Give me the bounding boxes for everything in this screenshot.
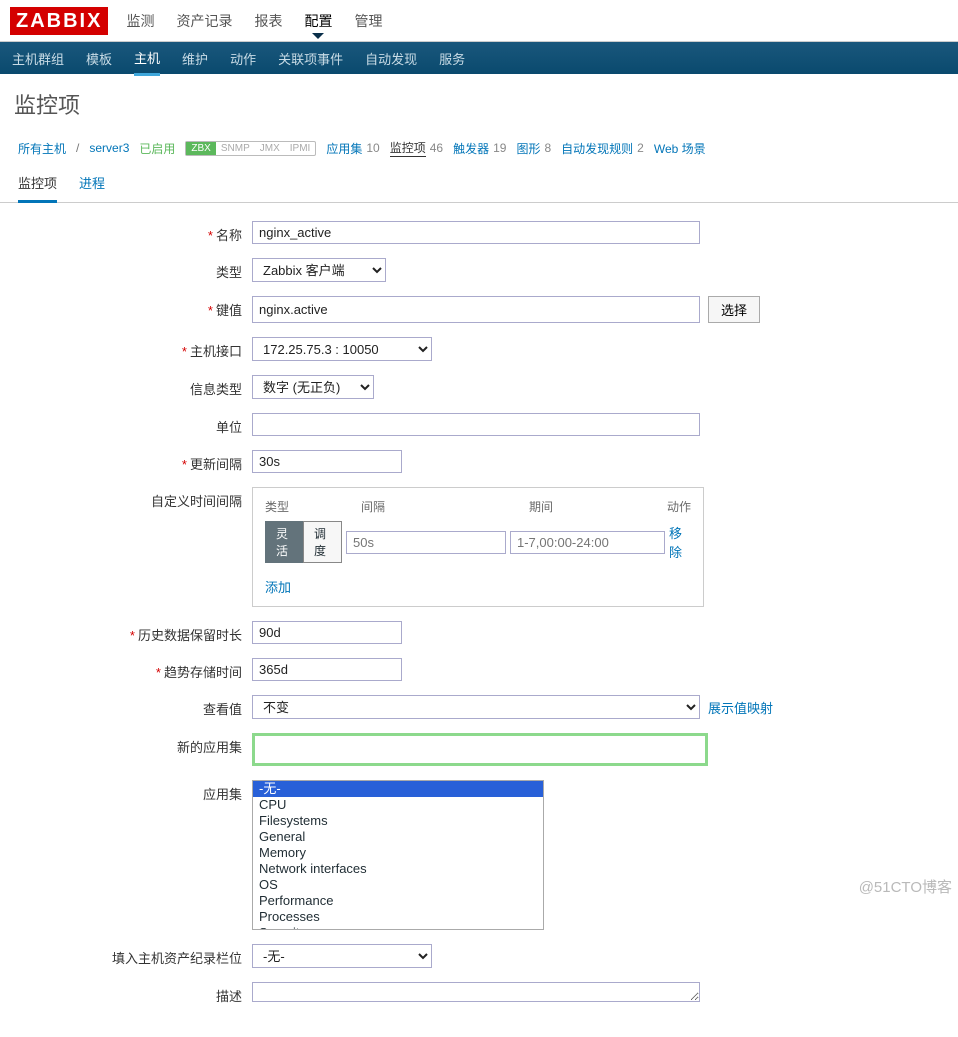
- subnav-templates[interactable]: 模板: [86, 49, 112, 68]
- badge-jmx: JMX: [255, 142, 285, 155]
- crumb-all-hosts[interactable]: 所有主机: [18, 140, 66, 157]
- key-select-button[interactable]: 选择: [708, 296, 760, 323]
- unit-input[interactable]: [252, 413, 700, 436]
- app-opt-processes[interactable]: Processes: [253, 909, 543, 925]
- page-title: 监控项: [0, 74, 958, 134]
- sub-nav: 主机群组 模板 主机 维护 动作 关联项事件 自动发现 服务: [0, 42, 958, 74]
- nav-reports[interactable]: 报表: [254, 11, 282, 31]
- crumb-sep: /: [76, 141, 79, 155]
- seg-schedule[interactable]: 调度: [303, 521, 342, 563]
- custom-interval-box: 类型间隔期间动作 灵活 调度 移除 添加: [252, 487, 704, 607]
- trend-label: *趋势存储时间: [22, 658, 252, 681]
- link-items[interactable]: 监控项: [390, 139, 426, 157]
- type-select[interactable]: Zabbix 客户端: [252, 258, 386, 282]
- app-opt-none[interactable]: -无-: [253, 781, 543, 797]
- crumb-host[interactable]: server3: [89, 141, 129, 155]
- remove-link[interactable]: 移除: [669, 523, 691, 561]
- info-select[interactable]: 数字 (无正负): [252, 375, 374, 399]
- badge-zbx: ZBX: [186, 142, 215, 155]
- badge-ipmi: IPMI: [285, 142, 316, 155]
- value-mapping-link[interactable]: 展示值映射: [708, 698, 773, 717]
- breadcrumb: 所有主机 / server3 已启用 ZBX SNMP JMX IPMI 应用集…: [0, 134, 958, 167]
- top-header: ZABBIX 监测 资产记录 报表 配置 管理: [0, 0, 958, 42]
- link-triggers[interactable]: 触发器: [453, 140, 489, 157]
- app-opt-cpu[interactable]: CPU: [253, 797, 543, 813]
- app-opt-os[interactable]: OS: [253, 877, 543, 893]
- nav-monitor[interactable]: 监测: [126, 11, 154, 31]
- inventory-label: 填入主机资产纪录栏位: [22, 944, 252, 967]
- newapp-input[interactable]: [257, 738, 703, 761]
- info-label: 信息类型: [22, 375, 252, 398]
- interval-type-seg: 灵活 调度: [265, 521, 342, 563]
- app-opt-netif[interactable]: Network interfaces: [253, 861, 543, 877]
- key-label: *键值: [22, 296, 252, 319]
- custom-header: 类型间隔期间动作: [265, 498, 691, 515]
- link-applications[interactable]: 应用集: [326, 140, 362, 157]
- desc-textarea[interactable]: [252, 982, 700, 1002]
- name-label: *名称: [22, 221, 252, 244]
- interval-label: *更新间隔: [22, 450, 252, 473]
- link-discovery-rules[interactable]: 自动发现规则: [561, 140, 633, 157]
- unit-label: 单位: [22, 413, 252, 436]
- history-input[interactable]: [252, 621, 402, 644]
- add-link[interactable]: 添加: [265, 580, 291, 595]
- agent-badges: ZBX SNMP JMX IPMI: [185, 141, 316, 156]
- custom-interval-label: 自定义时间间隔: [22, 487, 252, 510]
- badge-snmp: SNMP: [216, 142, 255, 155]
- subnav-maintenance[interactable]: 维护: [182, 49, 208, 68]
- app-opt-general[interactable]: General: [253, 829, 543, 845]
- interval-input[interactable]: [252, 450, 402, 473]
- type-label: 类型: [22, 258, 252, 281]
- nav-config[interactable]: 配置: [304, 11, 332, 31]
- desc-label: 描述: [22, 982, 252, 1005]
- newapp-highlight: [252, 733, 708, 766]
- form-tabs: 监控项 进程: [0, 167, 958, 203]
- tab-item[interactable]: 监控项: [18, 167, 57, 203]
- top-nav: 监测 资产记录 报表 配置 管理: [126, 11, 382, 31]
- flex-interval-input[interactable]: [346, 531, 506, 554]
- app-opt-filesystems[interactable]: Filesystems: [253, 813, 543, 829]
- key-input[interactable]: [252, 296, 700, 323]
- subnav-services[interactable]: 服务: [439, 49, 465, 68]
- view-label: 查看值: [22, 695, 252, 718]
- subnav-discovery[interactable]: 自动发现: [365, 49, 417, 68]
- link-web-scenarios[interactable]: Web 场景: [654, 140, 706, 157]
- flex-period-input[interactable]: [510, 531, 665, 554]
- view-select[interactable]: 不变: [252, 695, 700, 719]
- subnav-correlation[interactable]: 关联项事件: [278, 49, 343, 68]
- tab-process[interactable]: 进程: [79, 167, 105, 202]
- app-opt-memory[interactable]: Memory: [253, 845, 543, 861]
- item-form: *名称 类型 Zabbix 客户端 *键值 选择 *主机接口 172.25.75…: [0, 203, 958, 1037]
- name-input[interactable]: [252, 221, 700, 244]
- trend-input[interactable]: [252, 658, 402, 681]
- inventory-select[interactable]: -无-: [252, 944, 432, 968]
- iface-select[interactable]: 172.25.75.3 : 10050: [252, 337, 432, 361]
- subnav-hostgroups[interactable]: 主机群组: [12, 49, 64, 68]
- nav-inventory[interactable]: 资产记录: [176, 11, 232, 31]
- apps-listbox[interactable]: -无- CPU Filesystems General Memory Netwo…: [252, 780, 544, 930]
- apps-label: 应用集: [22, 780, 252, 803]
- seg-flexible[interactable]: 灵活: [265, 521, 303, 563]
- logo: ZABBIX: [10, 7, 108, 35]
- link-graphs[interactable]: 图形: [516, 140, 540, 157]
- history-label: *历史数据保留时长: [22, 621, 252, 644]
- subnav-actions[interactable]: 动作: [230, 49, 256, 68]
- watermark: @51CTO博客: [859, 876, 952, 897]
- subnav-hosts[interactable]: 主机: [134, 48, 160, 76]
- iface-label: *主机接口: [22, 337, 252, 360]
- status-enabled: 已启用: [139, 140, 175, 157]
- app-opt-security[interactable]: Security: [253, 925, 543, 930]
- newapp-label: 新的应用集: [22, 733, 252, 756]
- nav-admin[interactable]: 管理: [354, 11, 382, 31]
- custom-row: 灵活 调度 移除: [265, 521, 691, 563]
